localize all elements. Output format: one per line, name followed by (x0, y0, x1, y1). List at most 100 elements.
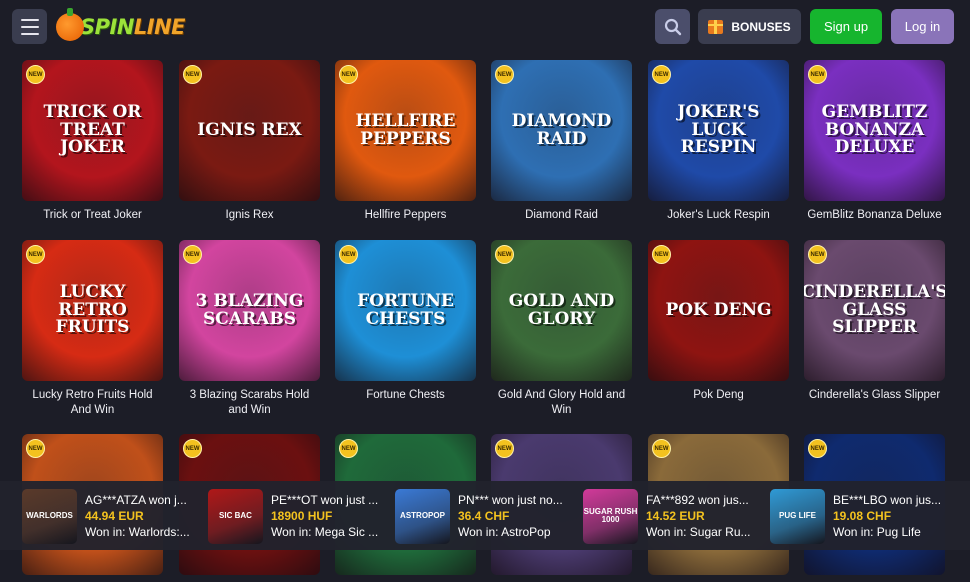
win-game: Won in: Warlords:... (85, 525, 190, 539)
new-badge: NEW (26, 65, 45, 84)
win-details: FA***892 won jus... 14.52 EUR Won in: Suga… (646, 492, 758, 540)
win-game-thumbnail[interactable]: WARLORDS (22, 488, 77, 544)
game-thumbnail[interactable]: NEW Ignis Rex (179, 60, 320, 201)
game-thumbnail[interactable]: NEW Diamond Raid (491, 60, 632, 201)
new-badge: NEW (495, 65, 514, 84)
game-thumbnail[interactable]: NEW GemBlitz Bonanza Deluxe (804, 60, 945, 201)
game-art-title: Lucky Retro Fruits (55, 281, 130, 338)
game-title[interactable]: Gold And Glory Hold and Win (491, 388, 632, 418)
game-title[interactable]: Joker's Luck Respin (648, 208, 789, 223)
game-title[interactable]: Diamond Raid (491, 208, 632, 223)
game-thumbnail[interactable]: NEW Pok Deng (648, 240, 789, 381)
game-card[interactable]: NEW Cinderella's Glass Slipper Cinderella'… (804, 240, 945, 403)
win-game: Won in: Pug Life (833, 525, 921, 539)
game-thumbnail[interactable]: NEW Joker's Luck Respin (648, 60, 789, 201)
recent-win-item[interactable]: PUG LIFE BE***LBO won jus... 19.08 CHF Won … (770, 488, 945, 544)
new-badge: NEW (183, 439, 202, 458)
win-details: PE***OT won just ... 18900 HUF Won in: Meg… (271, 492, 383, 540)
game-title[interactable]: Pok Deng (648, 388, 789, 403)
game-art-title: Ignis Rex (197, 119, 302, 140)
win-amount: 19.08 CHF (833, 509, 892, 523)
game-card[interactable]: NEW Hellfire Peppers Hellfire Peppers (335, 60, 476, 223)
hamburger-icon-line (20, 32, 39, 35)
new-badge: NEW (808, 439, 827, 458)
new-badge: NEW (339, 245, 358, 264)
game-thumbnail[interactable]: NEW Gold and Glory (491, 240, 632, 381)
win-user: BE***LBO won jus... (833, 493, 942, 507)
game-thumbnail[interactable]: NEW Cinderella's Glass Slipper (804, 240, 945, 381)
new-badge: NEW (26, 245, 45, 264)
search-icon (664, 18, 681, 35)
site-logo[interactable]: SPINLINE (56, 8, 186, 45)
signup-button[interactable]: Sign up (810, 9, 882, 44)
new-badge: NEW (652, 65, 671, 84)
game-title[interactable]: Ignis Rex (179, 208, 320, 223)
game-art-title: Trick or Treat Joker (43, 101, 142, 158)
gift-icon (708, 19, 724, 34)
game-thumbnail[interactable]: NEW 3 Blazing Scarabs (179, 240, 320, 381)
recent-win-item[interactable]: SUGAR RUSH 1000 FA***892 won jus... 14.52 … (583, 488, 758, 544)
game-thumbnail[interactable]: NEW Hellfire Peppers (335, 60, 476, 201)
bonuses-button[interactable]: BONUSES (698, 9, 801, 44)
menu-button[interactable] (12, 9, 47, 44)
win-details: AG***ATZA won j... 44.94 EUR Won in: Warlo… (85, 492, 197, 540)
new-badge: NEW (339, 65, 358, 84)
win-game: Won in: AstroPop (458, 525, 551, 539)
game-title[interactable]: 3 Blazing Scarabs Hold and Win (179, 388, 320, 418)
game-card[interactable]: NEW Diamond Raid Diamond Raid (491, 60, 632, 223)
search-button[interactable] (655, 9, 690, 44)
win-amount: 18900 HUF (271, 509, 333, 523)
win-amount: 14.52 EUR (646, 509, 705, 523)
new-badge: NEW (495, 439, 514, 458)
game-title[interactable]: GemBlitz Bonanza Deluxe (804, 208, 945, 223)
win-amount: 44.94 EUR (85, 509, 144, 523)
win-game-thumbnail[interactable]: SUGAR RUSH 1000 (583, 488, 638, 544)
bonuses-label: BONUSES (731, 19, 791, 34)
new-badge: NEW (808, 65, 827, 84)
game-card[interactable]: NEW GemBlitz Bonanza Deluxe GemBlitz Bonan… (804, 60, 945, 223)
win-game-thumbnail[interactable]: PUG LIFE (770, 488, 825, 544)
recent-wins-ticker: WARLORDS AG***ATZA won j... 44.94 EUR Won i… (0, 481, 970, 550)
new-badge: NEW (652, 439, 671, 458)
new-badge: NEW (183, 65, 202, 84)
new-badge: NEW (652, 245, 671, 264)
game-title[interactable]: Fortune Chests (335, 388, 476, 403)
game-card[interactable]: NEW Pok Deng Pok Deng (648, 240, 789, 403)
game-card[interactable]: NEW 3 Blazing Scarabs 3 Blazing Scarabs Ho… (179, 240, 320, 418)
win-amount: 36.4 CHF (458, 509, 510, 523)
recent-win-item[interactable]: SIC BAC PE***OT won just ... 18900 HUF Won … (208, 488, 383, 544)
win-game: Won in: Mega Sic ... (271, 525, 379, 539)
recent-win-item[interactable]: ASTROPOP PN*** won just no... 36.4 CHF Won … (395, 488, 570, 544)
recent-win-item[interactable]: WARLORDS AG***ATZA won j... 44.94 EUR Won i… (22, 488, 197, 544)
game-card[interactable]: NEW Trick or Treat Joker Trick or Treat Jo… (22, 60, 163, 223)
win-game-thumbnail[interactable]: ASTROPOP (395, 488, 450, 544)
game-art-title: 3 Blazing Scarabs (195, 290, 304, 329)
game-art-title: Joker's Luck Respin (677, 101, 760, 158)
game-card[interactable]: NEW Ignis Rex Ignis Rex (179, 60, 320, 223)
win-game: Won in: Sugar Ru... (646, 525, 751, 539)
game-thumbnail[interactable]: NEW Trick or Treat Joker (22, 60, 163, 201)
game-title[interactable]: Hellfire Peppers (335, 208, 476, 223)
login-button[interactable]: Log in (891, 9, 954, 44)
hamburger-icon-line (20, 18, 39, 21)
win-details: BE***LBO won jus... 19.08 CHF Won in: Pug … (833, 492, 945, 540)
game-card[interactable]: NEW Lucky Retro Fruits Lucky Retro Fruits … (22, 240, 163, 418)
game-card[interactable]: NEW Joker's Luck Respin Joker's Luck Respi… (648, 60, 789, 223)
game-thumbnail[interactable]: NEW Fortune Chests (335, 240, 476, 381)
new-badge: NEW (26, 439, 45, 458)
new-badge: NEW (495, 245, 514, 264)
new-badge: NEW (808, 245, 827, 264)
win-game-thumbnail[interactable]: SIC BAC (208, 488, 263, 544)
game-title[interactable]: Cinderella's Glass Slipper (804, 388, 945, 403)
top-bar: SPINLINE BONUSES Sign up Log in (0, 0, 970, 54)
game-title[interactable]: Lucky Retro Fruits Hold And Win (22, 388, 163, 418)
pumpkin-logo-icon (56, 8, 84, 41)
game-title[interactable]: Trick or Treat Joker (22, 208, 163, 223)
win-user: PN*** won just no... (458, 493, 563, 507)
game-art-title: Hellfire Peppers (355, 110, 456, 149)
game-card[interactable]: NEW Fortune Chests Fortune Chests (335, 240, 476, 403)
game-thumbnail[interactable]: NEW Lucky Retro Fruits (22, 240, 163, 381)
game-card[interactable]: NEW Gold and Glory Gold And Glory Hold and… (491, 240, 632, 418)
game-art-title: Fortune Chests (357, 290, 454, 329)
hamburger-icon-line (20, 25, 39, 28)
